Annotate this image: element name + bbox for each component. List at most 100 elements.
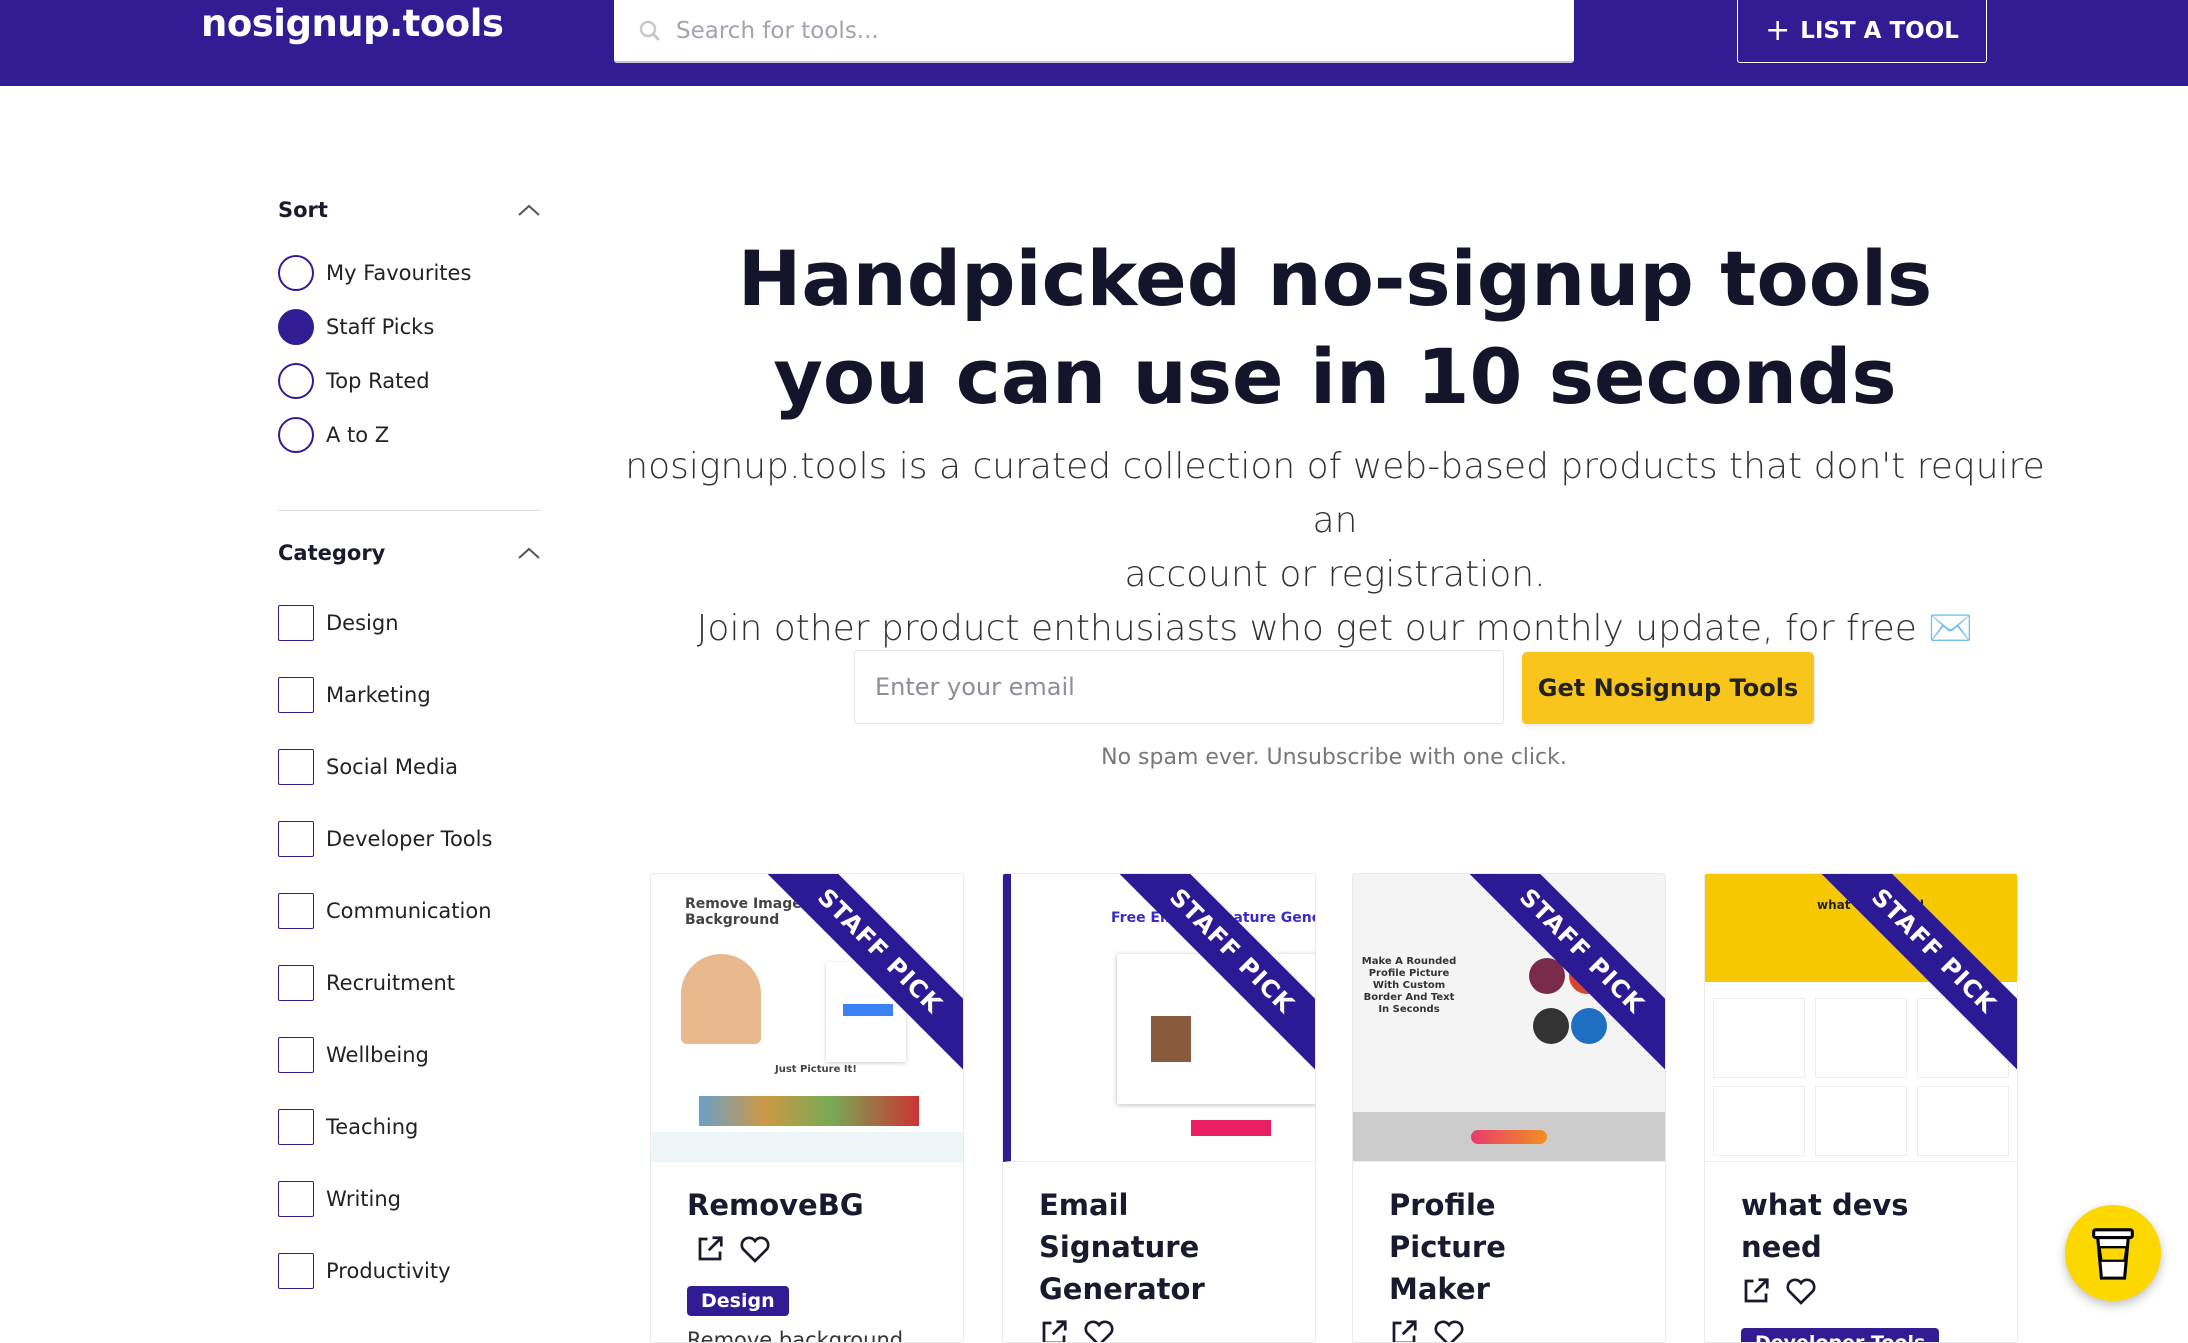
sort-option-staff-picks[interactable]: Staff Picks — [278, 300, 541, 354]
heart-icon[interactable] — [739, 1234, 771, 1264]
heart-icon[interactable] — [1433, 1318, 1465, 1343]
checkbox[interactable] — [278, 749, 314, 785]
category-recruitment[interactable]: Recruitment — [278, 947, 541, 1019]
tool-screenshot: what devs need STAFF PICK — [1705, 874, 2017, 1162]
hero-title: Handpicked no-signup tools you can use in… — [620, 230, 2050, 426]
card-title-text[interactable]: RemoveBG — [687, 1188, 864, 1222]
option-label: Staff Picks — [326, 315, 435, 339]
chevron-up-icon[interactable] — [517, 203, 541, 217]
category-label: Writing — [326, 1187, 401, 1211]
card-title[interactable]: RemoveBG — [651, 1162, 963, 1268]
buy-me-a-coffee-button[interactable] — [2065, 1205, 2161, 1301]
category-communication[interactable]: Communication — [278, 875, 541, 947]
radio[interactable] — [278, 255, 314, 291]
desc-line: nosignup.tools is a curated collection o… — [625, 446, 2045, 541]
shot-image — [681, 954, 761, 1044]
heart-icon[interactable] — [1785, 1276, 1817, 1306]
hero-title-line: you can use in 10 seconds — [773, 332, 1897, 421]
radio[interactable] — [278, 363, 314, 399]
logo[interactable]: nosignup.tools — [201, 2, 504, 45]
category-label: Developer Tools — [326, 827, 493, 851]
checkbox[interactable] — [278, 1181, 314, 1217]
heart-icon[interactable] — [1083, 1318, 1115, 1343]
category-label: Teaching — [326, 1115, 419, 1139]
option-label: A to Z — [326, 423, 390, 447]
category-label: Design — [326, 611, 399, 635]
category-tag[interactable]: Design — [687, 1286, 789, 1316]
category-developer-tools[interactable]: Developer Tools — [278, 803, 541, 875]
card-title[interactable]: Profile Picture Maker — [1353, 1162, 1665, 1343]
shot-tile — [1713, 998, 1805, 1078]
checkbox[interactable] — [278, 1109, 314, 1145]
checkbox[interactable] — [278, 1037, 314, 1073]
chevron-up-icon[interactable] — [517, 546, 541, 560]
shot-button — [843, 1004, 893, 1016]
radio-selected[interactable] — [278, 309, 314, 345]
category-label: Communication — [326, 899, 492, 923]
category-social-media[interactable]: Social Media — [278, 731, 541, 803]
external-link-icon[interactable] — [695, 1234, 725, 1264]
sort-option-top-rated[interactable]: Top Rated — [278, 354, 541, 408]
hero-title-line: Handpicked no-signup tools — [737, 234, 1933, 323]
option-label: Top Rated — [326, 369, 430, 393]
shot-button — [1471, 1130, 1547, 1144]
sidebar: Sort My Favourites Staff Picks Top Rated… — [278, 190, 541, 1307]
category-writing[interactable]: Writing — [278, 1163, 541, 1235]
external-link-icon[interactable] — [1389, 1318, 1419, 1343]
checkbox[interactable] — [278, 605, 314, 641]
top-header: nosignup.tools + LIST A TOOL — [0, 0, 2188, 86]
category-productivity[interactable]: Productivity — [278, 1235, 541, 1307]
category-title: Category — [278, 541, 386, 565]
shot-copy-button — [1191, 1120, 1271, 1136]
search-icon — [639, 20, 661, 41]
shot-avatar — [1151, 1016, 1191, 1062]
category-design[interactable]: Design — [278, 587, 541, 659]
tool-card-profile-picture-maker[interactable]: Make A Rounded Profile Picture With Cust… — [1352, 873, 1666, 1343]
category-teaching[interactable]: Teaching — [278, 1091, 541, 1163]
shot-tile — [1713, 1086, 1805, 1156]
category-tag[interactable]: Developer Tools — [1741, 1328, 1940, 1342]
option-label: My Favourites — [326, 261, 472, 285]
shot-avatar — [1533, 1008, 1569, 1044]
category-label: Marketing — [326, 683, 431, 707]
external-link-icon[interactable] — [1039, 1318, 1069, 1343]
sort-header[interactable]: Sort — [278, 190, 541, 230]
tool-card-what-devs-need[interactable]: what devs need STAFF PICK what devs need… — [1704, 873, 2018, 1343]
category-label: Recruitment — [326, 971, 456, 995]
radio[interactable] — [278, 417, 314, 453]
card-title[interactable]: what devs need — [1705, 1162, 2017, 1310]
checkbox[interactable] — [278, 965, 314, 1001]
card-title-text[interactable]: Profile Picture Maker — [1389, 1184, 1609, 1310]
category-wellbeing[interactable]: Wellbeing — [278, 1019, 541, 1091]
desc-line: Join other product enthusiasts who get o… — [696, 608, 1974, 649]
sort-option-my-favourites[interactable]: My Favourites — [278, 246, 541, 300]
shot-footer — [651, 1132, 963, 1161]
category-label: Wellbeing — [326, 1043, 429, 1067]
external-link-icon[interactable] — [1741, 1276, 1771, 1306]
card-title-text[interactable]: what devs need — [1741, 1188, 1909, 1264]
get-nosignup-tools-button[interactable]: Get Nosignup Tools — [1522, 652, 1814, 724]
search-box[interactable] — [614, 0, 1574, 63]
shot-tile — [1815, 998, 1907, 1078]
tool-card-email-signature-generator[interactable]: Free Email Signature Generator STAFF PIC… — [1002, 873, 1316, 1343]
no-spam-note: No spam ever. Unsubscribe with one click… — [1101, 745, 1567, 770]
category-marketing[interactable]: Marketing — [278, 659, 541, 731]
tool-screenshot: Remove Image Background Just Picture It!… — [651, 874, 963, 1162]
category-header[interactable]: Category — [278, 533, 541, 573]
checkbox[interactable] — [278, 893, 314, 929]
checkbox[interactable] — [278, 1253, 314, 1289]
card-title-text[interactable]: Email Signature Generator — [1039, 1188, 1205, 1306]
list-a-tool-button[interactable]: + LIST A TOOL — [1737, 0, 1987, 63]
coffee-cup-icon — [2092, 1228, 2134, 1280]
card-title[interactable]: Email Signature Generator — [1003, 1162, 1315, 1343]
shot-tile — [1815, 1086, 1907, 1156]
tool-card-removebg[interactable]: Remove Image Background Just Picture It!… — [650, 873, 964, 1343]
search-input[interactable] — [676, 17, 1476, 44]
email-input[interactable] — [854, 650, 1504, 724]
category-label: Productivity — [326, 1259, 451, 1283]
checkbox[interactable] — [278, 677, 314, 713]
list-a-tool-label: LIST A TOOL — [1800, 17, 1959, 44]
category-label: Social Media — [326, 755, 459, 779]
checkbox[interactable] — [278, 821, 314, 857]
sort-option-a-to-z[interactable]: A to Z — [278, 408, 541, 462]
